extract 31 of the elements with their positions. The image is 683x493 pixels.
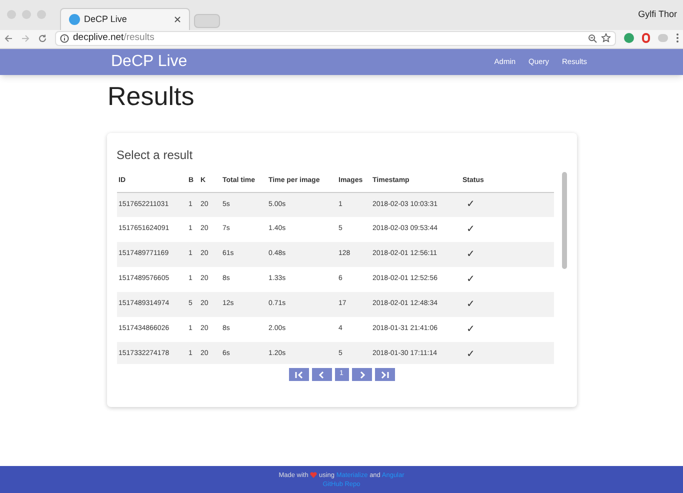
status-cell: ✓: [460, 267, 554, 292]
last-page-button[interactable]: [374, 368, 394, 381]
first-page-button[interactable]: [288, 368, 308, 381]
url-text: decplive.net/results: [73, 30, 156, 45]
status-cell: ✓: [460, 317, 554, 342]
reload-icon[interactable]: [38, 34, 47, 42]
menu-icon[interactable]: [676, 33, 679, 43]
status-cell: ✓: [460, 292, 554, 317]
last-page-icon: [378, 368, 390, 380]
star-icon[interactable]: [601, 33, 611, 43]
address-bar[interactable]: decplive.net/results: [55, 30, 616, 46]
site-favicon-icon: [69, 14, 80, 25]
tab-title: DeCP Live: [84, 12, 128, 26]
first-page-icon: [292, 368, 304, 380]
page-title: Results: [108, 80, 196, 113]
zoom-icon[interactable]: [588, 34, 597, 42]
next-page-button[interactable]: [352, 368, 372, 381]
status-cell: ✓: [460, 217, 554, 242]
info-icon: [60, 34, 69, 42]
status-cell: ✓: [460, 192, 554, 217]
back-icon[interactable]: [4, 34, 13, 42]
previous-page-button[interactable]: [312, 368, 332, 381]
card-title: Select a result: [116, 147, 194, 164]
heart-icon: [310, 472, 318, 478]
profile-name[interactable]: Gylfi Thor: [638, 8, 677, 22]
status-cell: ✓: [460, 242, 554, 267]
browser-tab[interactable]: DeCP Live: [60, 8, 190, 30]
close-icon[interactable]: [174, 16, 181, 23]
forward-icon[interactable]: [21, 34, 30, 42]
scrollbar-thumb[interactable]: [562, 172, 566, 269]
status-cell: ✓: [460, 342, 554, 364]
